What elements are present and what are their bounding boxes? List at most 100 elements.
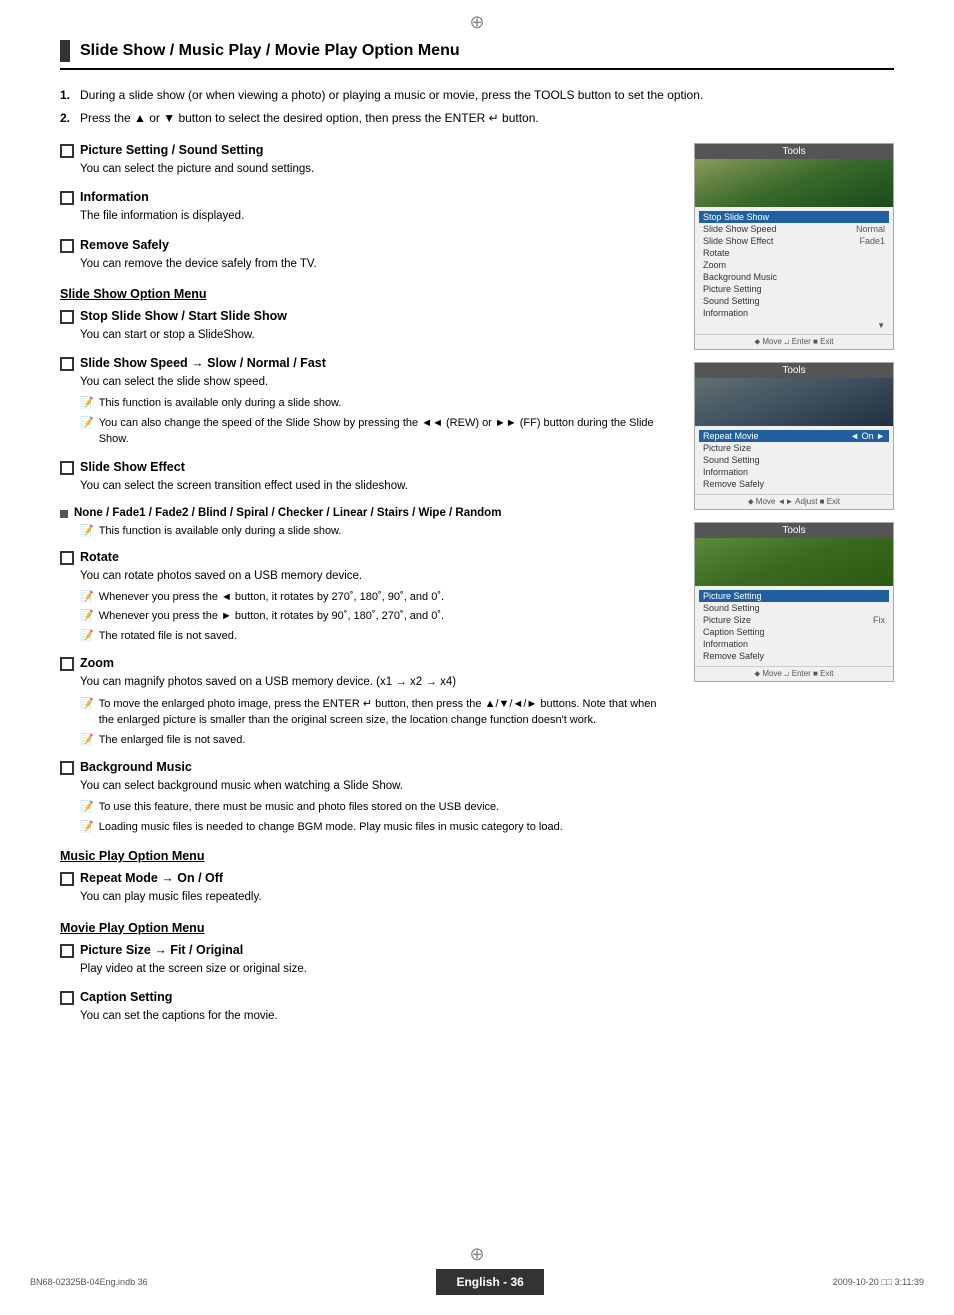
note-icon-rotate2: 📝 xyxy=(80,608,94,625)
information-title: Information xyxy=(80,190,149,204)
slideshow-effect-desc: You can select the screen transition eff… xyxy=(60,478,674,495)
rotate-title: Rotate xyxy=(80,550,119,564)
tools-menu-item-zoom: Zoom xyxy=(703,259,885,271)
bgm-note-2: 📝 Loading music files is needed to chang… xyxy=(60,819,674,836)
tools-menu-1: Stop Slide Show Slide Show Speed Normal … xyxy=(695,207,893,334)
tools-menu-item-sound-setting: Sound Setting xyxy=(703,295,885,307)
zoom-note-2: 📝 The enlarged file is not saved. xyxy=(60,732,674,749)
information-desc: The file information is displayed. xyxy=(60,208,674,225)
repeat-mode-item: Repeat Mode → On / Off You can play musi… xyxy=(60,871,674,906)
picture-setting-title: Picture Setting / Sound Setting xyxy=(80,143,263,157)
repeat-mode-title: Repeat Mode → On / Off xyxy=(80,871,223,885)
slideshow-speed-item: Slide Show Speed → Slow / Normal / Fast … xyxy=(60,356,674,448)
tools-panel-1: Tools Stop Slide Show Slide Show Speed N… xyxy=(694,143,894,350)
movie-option-heading: Movie Play Option Menu xyxy=(60,921,674,935)
repeat-mode-desc: You can play music files repeatedly. xyxy=(60,889,674,906)
zoom-title: Zoom xyxy=(80,656,114,670)
music-option-heading: Music Play Option Menu xyxy=(60,849,674,863)
checkbox-icon-picture xyxy=(60,144,74,158)
checkbox-icon-repeat xyxy=(60,872,74,886)
item-number-1: 1. xyxy=(60,86,70,104)
picture-size-title: Picture Size → Fit / Original xyxy=(80,943,243,957)
title-bar-decoration xyxy=(60,40,70,62)
tools-menu-item-info2: Information xyxy=(703,466,885,478)
caption-setting-item: Caption Setting You can set the captions… xyxy=(60,990,674,1025)
remove-safely-item: Remove Safely You can remove the device … xyxy=(60,238,674,273)
picture-setting-desc: You can select the picture and sound set… xyxy=(60,161,674,178)
zoom-desc: You can magnify photos saved on a USB me… xyxy=(60,674,674,691)
picture-size-desc: Play video at the screen size or origina… xyxy=(60,961,674,978)
note-icon-1: 📝 xyxy=(80,395,94,412)
fade-options: None / Fade1 / Fade2 / Blind / Spiral / … xyxy=(74,507,501,519)
tools-menu-item-info: Information xyxy=(703,307,885,319)
speed-note-1: 📝 This function is available only during… xyxy=(60,395,674,412)
footer-center-text: English - 36 xyxy=(436,1269,543,1295)
section-title: Slide Show / Music Play / Movie Play Opt… xyxy=(60,40,894,70)
note-icon-2: 📝 xyxy=(80,415,94,432)
caption-setting-desc: You can set the captions for the movie. xyxy=(60,1008,674,1025)
effect-note: 📝 This function is available only during… xyxy=(60,523,674,540)
page-title: Slide Show / Music Play / Movie Play Opt… xyxy=(80,42,460,60)
note-icon-bgm2: 📝 xyxy=(80,819,94,836)
tools-image-2 xyxy=(695,378,893,426)
slideshow-option-heading: Slide Show Option Menu xyxy=(60,287,674,301)
slideshow-effect-title: Slide Show Effect xyxy=(80,460,185,474)
tools-menu-item-sound-setting2: Sound Setting xyxy=(703,602,885,614)
tools-image-3 xyxy=(695,538,893,586)
rotate-note-3: 📝 The rotated file is not saved. xyxy=(60,628,674,645)
tools-menu-item-repeat: Repeat Movie ◄ On ► xyxy=(699,430,889,442)
footer-right-text: 2009-10-20 □□ 3:11:39 xyxy=(833,1277,924,1287)
note-icon-zoom1: 📝 xyxy=(80,696,94,713)
intro-item-2: 2. Press the ▲ or ▼ button to select the… xyxy=(60,109,894,127)
zoom-note-1: 📝 To move the enlarged photo image, pres… xyxy=(60,696,674,729)
speed-note-2: 📝 You can also change the speed of the S… xyxy=(60,415,674,448)
intro-item-1: 1. During a slide show (or when viewing … xyxy=(60,86,894,104)
item-number-2: 2. xyxy=(60,109,70,127)
rotate-note-1: 📝 Whenever you press the ◄ button, it ro… xyxy=(60,589,674,606)
footer: BN68-02325B-04Eng.indb 36 English - 36 2… xyxy=(0,1269,954,1295)
tools-menu-item-remove: Remove Safely xyxy=(703,478,885,490)
tools-menu-item-rotate: Rotate xyxy=(703,247,885,259)
tools-header-3: Tools xyxy=(695,523,893,538)
stop-slideshow-desc: You can start or stop a SlideShow. xyxy=(60,327,674,344)
checkbox-icon-info xyxy=(60,191,74,205)
remove-safely-desc: You can remove the device safely from th… xyxy=(60,256,674,273)
tools-menu-3: Picture Setting Sound Setting Picture Si… xyxy=(695,586,893,666)
checkbox-icon-speed xyxy=(60,357,74,371)
tools-menu-item-pic-setting: Picture Setting xyxy=(703,283,885,295)
bgm-desc: You can select background music when wat… xyxy=(60,778,674,795)
tools-header-2: Tools xyxy=(695,363,893,378)
bgm-item: Background Music You can select backgrou… xyxy=(60,760,674,835)
information-item: Information The file information is disp… xyxy=(60,190,674,225)
tools-nav-1: ⬥ Move ↵ Enter ■ Exit xyxy=(695,334,893,349)
tools-menu-item-remove2: Remove Safely xyxy=(703,650,885,662)
fade-bullet: None / Fade1 / Fade2 / Blind / Spiral / … xyxy=(60,507,674,519)
slideshow-speed-title: Slide Show Speed → Slow / Normal / Fast xyxy=(80,356,326,370)
note-icon-zoom2: 📝 xyxy=(80,732,94,749)
picture-setting-item: Picture Setting / Sound Setting You can … xyxy=(60,143,674,178)
tools-menu-2: Repeat Movie ◄ On ► Picture Size Sound S… xyxy=(695,426,893,494)
tools-menu-item-pic-size: Picture Size xyxy=(703,442,885,454)
main-content: Picture Setting / Sound Setting You can … xyxy=(60,143,894,1037)
checkbox-icon-effect xyxy=(60,461,74,475)
left-column: Picture Setting / Sound Setting You can … xyxy=(60,143,674,1037)
caption-setting-title: Caption Setting xyxy=(80,990,172,1004)
tools-menu-item-stop: Stop Slide Show xyxy=(699,211,889,223)
zoom-item: Zoom You can magnify photos saved on a U… xyxy=(60,656,674,748)
tools-menu-item-caption: Caption Setting xyxy=(703,626,885,638)
rotate-desc: You can rotate photos saved on a USB mem… xyxy=(60,568,674,585)
bgm-title: Background Music xyxy=(80,760,192,774)
tools-header-1: Tools xyxy=(695,144,893,159)
tools-menu-item-sound-s: Sound Setting xyxy=(703,454,885,466)
tools-nav-3: ⬥ Move ↵ Enter ■ Exit xyxy=(695,666,893,681)
picture-size-item: Picture Size → Fit / Original Play video… xyxy=(60,943,674,978)
checkbox-icon-bgm xyxy=(60,761,74,775)
tools-menu-item-pic-size2: Picture Size Fix xyxy=(703,614,885,626)
checkbox-icon-caption xyxy=(60,991,74,1005)
square-bullet-icon xyxy=(60,510,68,518)
crosshair-top-icon: ⊕ xyxy=(469,12,484,33)
page: ⊕ Slide Show / Music Play / Movie Play O… xyxy=(0,0,954,1315)
footer-left-text: BN68-02325B-04Eng.indb 36 xyxy=(30,1277,148,1287)
tools-menu-item-pic-setting2: Picture Setting xyxy=(699,590,889,602)
checkbox-icon-rotate xyxy=(60,551,74,565)
